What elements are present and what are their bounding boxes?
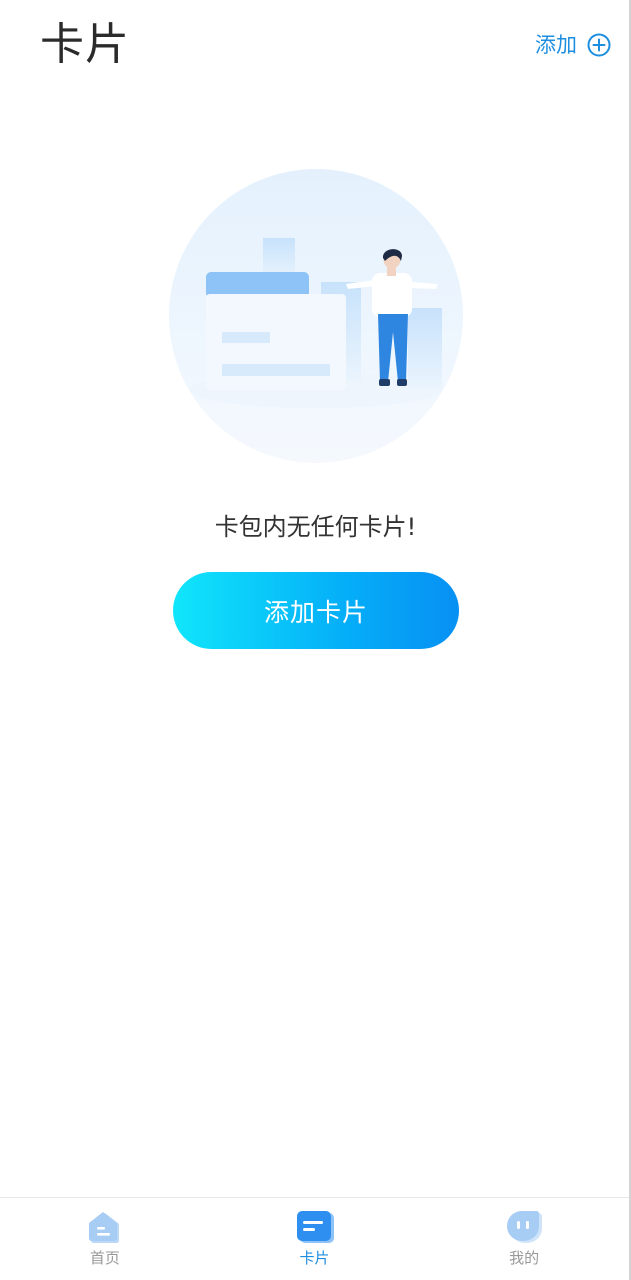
profile-icon (507, 1211, 543, 1243)
tab-home[interactable]: 首页 (0, 1198, 210, 1280)
card-icon (296, 1211, 334, 1243)
add-card-header-button[interactable]: 添加 (535, 31, 611, 59)
plus-circle-icon (587, 33, 611, 57)
page-title: 卡片 (40, 19, 130, 70)
add-label: 添加 (535, 33, 577, 57)
tab-cards[interactable]: 卡片 (210, 1198, 420, 1280)
tab-home-label: 首页 (89, 1249, 120, 1267)
add-card-button-label: 添加卡片 (263, 597, 368, 627)
add-card-button[interactable]: 添加卡片 (173, 572, 459, 649)
screen: 卡片 添加 卡包内无任何卡片! 添加卡片 首页 卡片 我的 (0, 0, 631, 1280)
tab-profile-label: 我的 (509, 1249, 540, 1267)
bottom-tab-bar: 首页 卡片 我的 (0, 1197, 629, 1280)
tab-profile[interactable]: 我的 (419, 1198, 629, 1280)
empty-state-message: 卡包内无任何卡片! (214, 513, 417, 541)
home-icon (88, 1212, 119, 1243)
tab-cards-label: 卡片 (299, 1249, 330, 1267)
empty-card-wallet-illustration (169, 169, 463, 463)
